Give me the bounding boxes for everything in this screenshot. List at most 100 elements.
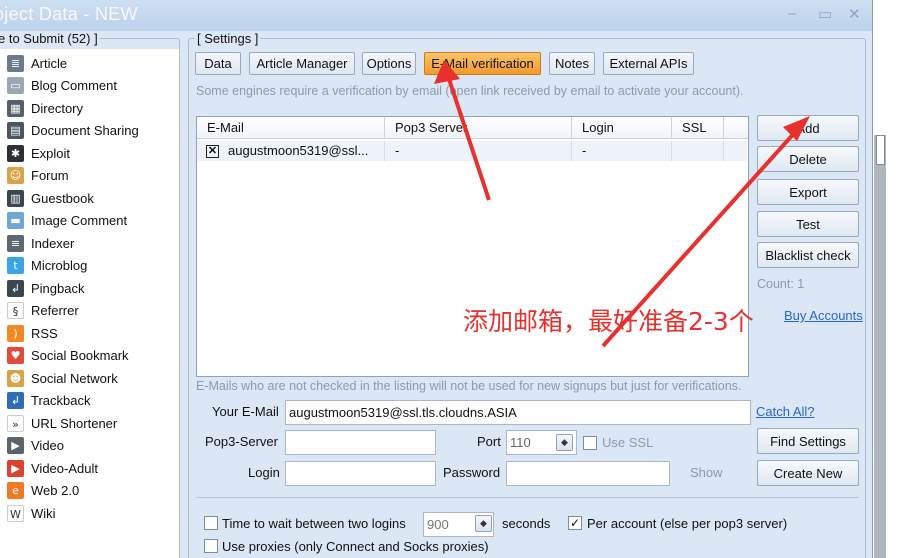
social-network-icon: ☻ <box>7 369 24 387</box>
category-label: Document Sharing <box>31 123 139 138</box>
category-label: Video <box>31 438 65 453</box>
blacklist-check-button[interactable]: Blacklist check <box>757 242 859 268</box>
trackback-icon: ↲ <box>7 392 24 409</box>
password-field[interactable] <box>506 461 670 486</box>
minimize-icon[interactable]: – <box>788 5 796 22</box>
category-label: Trackback <box>31 393 91 408</box>
email-count: Count: 1 <box>757 277 805 291</box>
list-item[interactable]: ☻ Social Network <box>0 367 118 389</box>
maximize-icon[interactable]: ▭ <box>818 5 832 23</box>
video-adult-icon: ▶ <box>7 459 24 477</box>
list-item[interactable]: ≣ Article <box>0 52 67 74</box>
row-ssl <box>672 141 724 161</box>
category-label: Microblog <box>31 258 88 273</box>
login-field[interactable] <box>285 461 436 486</box>
list-item[interactable]: ▶ Video-Adult <box>0 457 98 479</box>
list-item[interactable]: ▦ Directory <box>0 97 83 119</box>
category-label: Blog Comment <box>31 78 117 93</box>
row-pop3: - <box>385 141 572 161</box>
pop3-server-field[interactable] <box>285 430 436 455</box>
category-label: Social Network <box>31 370 118 386</box>
your-email-field[interactable]: augustmoon5319@ssl.tls.cloudns.ASIA <box>285 400 751 425</box>
list-item[interactable]: » URL Shortener <box>0 412 117 434</box>
list-item[interactable]: ♥ Social Bookmark <box>0 345 129 367</box>
blog-comment-icon: ▭ <box>7 77 24 94</box>
list-item[interactable]: ▶ Video <box>0 435 64 457</box>
list-item[interactable]: ▭ Blog Comment <box>0 75 117 97</box>
settings-legend: [ Settings ] <box>195 31 261 46</box>
background-scrollbar-thumb[interactable] <box>876 135 885 165</box>
time-wait-spinner-icon[interactable]: ◆ <box>475 515 492 532</box>
time-wait-checkbox[interactable] <box>204 516 218 530</box>
close-icon[interactable]: ✕ <box>848 5 861 23</box>
use-proxies-checkbox[interactable] <box>204 539 218 553</box>
delete-button[interactable]: Delete <box>757 146 859 172</box>
list-item[interactable]: ≡ Indexer <box>0 232 74 254</box>
tab-data[interactable]: Data <box>195 52 241 75</box>
url-shortener-icon: » <box>7 414 24 432</box>
list-item[interactable]: ☺ Forum <box>0 165 69 187</box>
list-item[interactable]: ▬ Image Comment <box>0 210 127 232</box>
category-label: Article <box>31 55 68 71</box>
row-email: augustmoon5319@ssl... <box>228 143 369 158</box>
show-password-toggle[interactable]: Show <box>690 465 723 480</box>
list-item[interactable]: ↲ Trackback <box>0 390 90 412</box>
category-label: Directory <box>31 100 84 116</box>
list-item[interactable]: e Web 2.0 <box>0 480 79 502</box>
add-button[interactable]: Add <box>757 115 859 141</box>
category-label: Video-Adult <box>31 460 98 476</box>
exploit-icon: ✱ <box>7 144 24 162</box>
list-item[interactable]: t Microblog <box>0 255 87 277</box>
tab-notes[interactable]: Notes <box>549 52 595 75</box>
column-header-ssl[interactable]: SSL <box>672 117 724 139</box>
tab-options[interactable]: Options <box>362 52 416 75</box>
category-list[interactable]: ≣ Article ▭ Blog Comment ▦ Directory ▤ Document… <box>0 49 179 558</box>
category-label: Web 2.0 <box>31 483 80 498</box>
tab-article-manager[interactable]: Article Manager <box>249 52 355 75</box>
list-item[interactable]: § Referrer <box>0 300 79 322</box>
forum-icon: ☺ <box>7 167 24 184</box>
window-title: oject Data - NEW <box>0 4 138 24</box>
catch-all-link[interactable]: Catch All? <box>756 404 815 419</box>
row-checkbox[interactable]: ✕ <box>206 145 219 159</box>
category-label: URL Shortener <box>31 415 118 431</box>
options-separator <box>196 497 859 498</box>
use-ssl-checkbox[interactable] <box>583 436 597 450</box>
column-header-pop3[interactable]: Pop3 Server <box>385 117 572 139</box>
list-item[interactable]: W Wiki <box>0 502 56 524</box>
list-item[interactable]: ▥ Guestbook <box>0 187 94 209</box>
directory-icon: ▦ <box>7 99 24 117</box>
annotation-text: 添加邮箱，最好准备2-3个 <box>463 307 754 336</box>
seconds-label: seconds <box>502 516 551 531</box>
unchecked-emails-note: E-Mails who are not checked in the listi… <box>196 379 742 393</box>
list-item[interactable]: ▤ Document Sharing <box>0 120 139 142</box>
indexer-icon: ≡ <box>7 234 24 252</box>
column-header-login[interactable]: Login <box>572 117 672 139</box>
background-scrollbar[interactable] <box>874 135 886 558</box>
category-label: Referrer <box>31 303 79 318</box>
use-ssl-label: Use SSL <box>602 435 654 450</box>
column-header-email[interactable]: E-Mail <box>197 117 385 139</box>
row-email-cell[interactable]: ✕ augustmoon5319@ssl... <box>197 141 385 161</box>
time-wait-label: Time to wait between two logins <box>222 516 406 531</box>
find-settings-button[interactable]: Find Settings <box>757 428 859 454</box>
guestbook-icon: ▥ <box>7 189 24 207</box>
buy-accounts-link[interactable]: Buy Accounts <box>784 308 863 323</box>
create-new-button[interactable]: Create New <box>757 460 859 486</box>
tab-external-apis[interactable]: External APIs <box>603 52 694 75</box>
video-icon: ▶ <box>7 437 24 454</box>
tab-email-verification[interactable]: E-Mail verification <box>424 52 541 75</box>
pingback-icon: ↲ <box>7 279 24 297</box>
social-bookmark-icon: ♥ <box>7 347 24 364</box>
list-item[interactable]: ↲ Pingback <box>0 277 84 299</box>
pop3-server-label: Pop3-Server <box>205 434 278 449</box>
port-spinner-icon[interactable]: ◆ <box>556 434 573 451</box>
category-label: Pingback <box>31 280 85 296</box>
list-item[interactable]: ✱ Exploit <box>0 142 70 164</box>
password-label: Password <box>443 465 501 480</box>
export-button[interactable]: Export <box>757 179 859 205</box>
list-item[interactable]: ) RSS <box>0 322 58 344</box>
category-label: Indexer <box>31 235 75 251</box>
per-account-checkbox[interactable]: ✓ <box>568 516 582 530</box>
test-button[interactable]: Test <box>757 211 859 237</box>
